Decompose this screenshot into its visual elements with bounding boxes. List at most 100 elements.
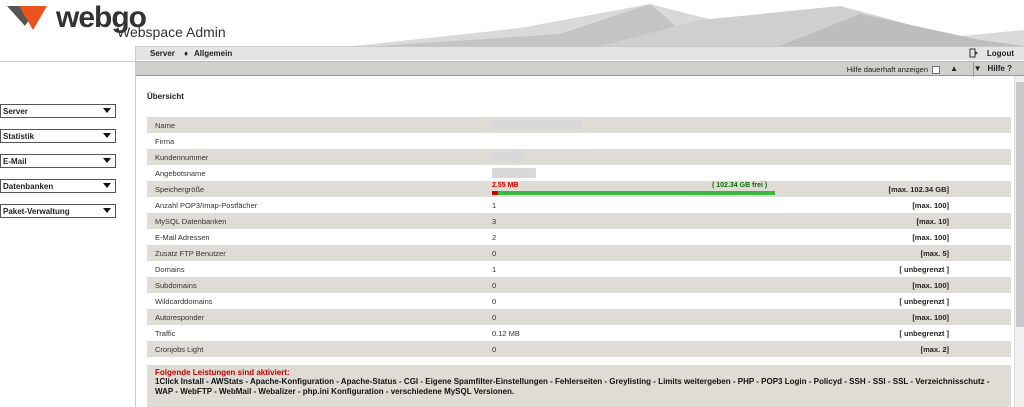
help-label: Hilfe ? — [987, 64, 1012, 73]
row-label: E-Mail Adressen — [155, 233, 210, 242]
overview-title: Übersicht — [147, 92, 184, 101]
row-value: 0 — [492, 249, 497, 258]
chevron-down-icon — [103, 158, 111, 163]
table-row: Speichergröße 2.55 MB ( 102.34 GB frei ) [m… — [147, 181, 1011, 197]
row-value: 0 — [492, 281, 497, 290]
row-limit: [max. 5] — [920, 249, 949, 258]
table-row: Traffic 0.12 MB [ unbegrenzt ] — [147, 325, 1011, 341]
sidebar-item-paket-verwaltung[interactable]: Paket-Verwaltung — [0, 204, 116, 218]
breadcrumb-separator: ♦ — [184, 49, 189, 58]
overview-table: Name Firma Kundennummer Angebotsname Speiche… — [147, 117, 1011, 357]
sidebar-item-label: Statistik — [3, 132, 35, 141]
table-row: Kundennummer — [147, 149, 1011, 165]
table-row: Domains 1 [ unbegrenzt ] — [147, 261, 1011, 277]
chevron-down-icon — [103, 208, 111, 213]
help-permanent-label: Hilfe dauerhaft anzeigen — [846, 65, 928, 74]
help-permanent-checkbox[interactable] — [932, 65, 940, 74]
services-lead: Folgende Leistungen sind aktiviert: — [155, 368, 290, 377]
row-limit: [max. 2] — [920, 345, 949, 354]
row-label: Name — [155, 121, 176, 130]
row-label: Domains — [155, 265, 185, 274]
table-row: Wildcarddomains 0 [ unbegrenzt ] — [147, 293, 1011, 309]
table-row: Zusatz FTP Benutzer 0 [max. 5] — [147, 245, 1011, 261]
table-row: Firma — [147, 133, 1011, 149]
row-limit: [max. 100] — [912, 233, 949, 242]
storage-free-label: ( 102.34 GB frei ) — [712, 182, 768, 189]
caret-up-icon[interactable]: ▲ — [950, 64, 958, 73]
row-label: Cronjobs Light — [155, 345, 204, 354]
row-limit: [ unbegrenzt ] — [899, 297, 949, 306]
table-row: E-Mail Adressen 2 [max. 100] — [147, 229, 1011, 245]
sidebar-top-line — [0, 46, 136, 62]
scrollbar-thumb[interactable] — [1016, 82, 1024, 327]
table-row: Anzahl POP3/Imap-Postfächer 1 [max. 100] — [147, 197, 1011, 213]
row-value: 0 — [492, 345, 497, 354]
redacted-value — [492, 120, 582, 130]
webgo-logo-icon — [7, 6, 47, 30]
chevron-down-icon — [103, 183, 111, 188]
sidebar-item-server[interactable]: Server — [0, 104, 116, 118]
sidebar-item-statistik[interactable]: Statistik — [0, 129, 116, 143]
table-row: Subdomains 0 [max. 100] — [147, 277, 1011, 293]
row-label: Traffic — [155, 329, 176, 338]
row-label: Subdomains — [155, 281, 197, 290]
row-value: 3 — [492, 217, 497, 226]
storage-used-label: 2.55 MB — [492, 182, 519, 189]
sidebar-item-label: Datenbanken — [3, 182, 54, 191]
row-label: Wildcarddomains — [155, 297, 213, 306]
logout-label: Logout — [986, 48, 1014, 58]
help-bar: Hilfe dauerhaft anzeigen ▲ ▼ Hilfe ? — [136, 61, 1024, 77]
row-label: Kundennummer — [155, 153, 209, 162]
row-limit: [ unbegrenzt ] — [899, 329, 949, 338]
page-scrollbar[interactable] — [1014, 76, 1024, 407]
row-label: Speichergröße — [155, 185, 205, 194]
row-value: 2 — [492, 233, 497, 242]
row-label: Firma — [155, 137, 175, 146]
row-value: 1 — [492, 201, 497, 210]
row-label: Zusatz FTP Benutzer — [155, 249, 226, 258]
row-limit: [max. 100] — [912, 201, 949, 210]
row-value: 0.12 MB — [492, 329, 520, 338]
row-limit: [max. 100] — [912, 281, 949, 290]
row-label: Autoresponder — [155, 313, 205, 322]
logout-button[interactable]: Logout — [969, 48, 1014, 58]
help-button[interactable]: ▼ Hilfe ? — [974, 64, 1012, 73]
row-limit: [max. 10] — [916, 217, 949, 226]
sidebar: Server Statistik E-Mail Datenbanken Pake… — [0, 46, 136, 407]
table-row: Angebotsname — [147, 165, 1011, 181]
breadcrumb-allgemein[interactable]: Allgemein — [194, 49, 232, 58]
sidebar-item-email[interactable]: E-Mail — [0, 154, 116, 168]
row-value: 1 — [492, 265, 497, 274]
breadcrumb-server[interactable]: Server — [150, 49, 175, 58]
sidebar-item-datenbanken[interactable]: Datenbanken — [0, 179, 116, 193]
webspace-admin-page: webgo Webspace Admin Server Statistik E-… — [0, 0, 1024, 407]
storage-progress-fill — [492, 191, 498, 195]
services-list: 1Click Install - AWStats - Apache-Konfig… — [155, 377, 990, 396]
table-row: Name — [147, 117, 1011, 133]
sidebar-item-label: Server — [3, 107, 28, 116]
sidebar-item-label: E-Mail — [3, 157, 27, 166]
caret-down-icon: ▼ — [973, 64, 982, 73]
row-value: 0 — [492, 297, 497, 306]
table-row: MySQL Datenbanken 3 [max. 10] — [147, 213, 1011, 229]
redacted-value — [492, 168, 536, 178]
chevron-down-icon — [103, 108, 111, 113]
row-limit: [max. 102.34 GB] — [888, 185, 949, 194]
table-row: Cronjobs Light 0 [max. 2] — [147, 341, 1011, 357]
row-limit: [ unbegrenzt ] — [899, 265, 949, 274]
row-label: MySQL Datenbanken — [155, 217, 227, 226]
row-limit: [max. 100] — [912, 313, 949, 322]
chevron-down-icon — [103, 133, 111, 138]
overview-section: Übersicht Name Firma Kundennummer Angebotsn… — [147, 92, 1011, 357]
brand-subtitle: Webspace Admin — [117, 24, 226, 40]
help-permanent-toggle[interactable]: Hilfe dauerhaft anzeigen — [847, 65, 940, 74]
breadcrumb-bar: Server ♦ Allgemein Logout — [136, 46, 1024, 60]
logout-door-icon — [969, 48, 978, 58]
table-row: Autoresponder 0 [max. 100] — [147, 309, 1011, 325]
redacted-value — [492, 152, 524, 162]
row-label: Angebotsname — [155, 169, 206, 178]
storage-progress-bar — [492, 191, 775, 195]
sidebar-item-label: Paket-Verwaltung — [3, 207, 70, 216]
row-value: 0 — [492, 313, 497, 322]
activated-services-box: Folgende Leistungen sind aktiviert: 1Cli… — [147, 365, 1011, 407]
